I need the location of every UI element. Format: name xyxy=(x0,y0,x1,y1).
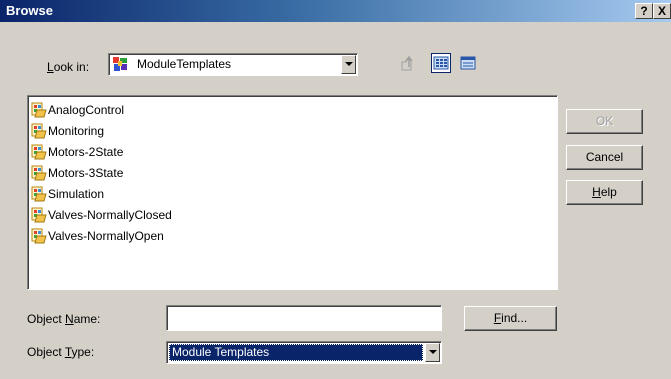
list-item[interactable]: Valves-NormallyOpen xyxy=(31,226,164,246)
folder-template-icon xyxy=(31,123,47,139)
list-item[interactable]: AnalogControl xyxy=(31,100,124,120)
look-in-combo[interactable]: ModuleTemplates xyxy=(108,53,358,76)
list-item[interactable]: Motors-3State xyxy=(31,163,123,183)
list-item-label: AnalogControl xyxy=(48,103,125,117)
object-type-select[interactable]: Module Templates xyxy=(166,341,442,364)
folder-template-icon xyxy=(31,165,47,181)
chevron-down-icon[interactable] xyxy=(341,55,356,74)
list-item[interactable]: Motors-2State xyxy=(31,142,123,162)
details-view-icon[interactable] xyxy=(458,53,478,73)
file-list[interactable]: AnalogControl Monitoring Motors-2State Moto… xyxy=(27,95,558,290)
list-view-icon[interactable] xyxy=(431,53,451,73)
object-type-selection: Module Templates xyxy=(169,344,423,361)
object-type-value: Module Templates xyxy=(172,345,270,359)
list-item[interactable]: Valves-NormallyClosed xyxy=(31,205,172,225)
find-button[interactable]: Find... xyxy=(464,306,557,331)
folder-template-icon xyxy=(31,186,47,202)
window-title: Browse xyxy=(6,3,53,18)
list-item-label: Valves-NormallyClosed xyxy=(48,208,172,222)
help-title-button[interactable]: ? xyxy=(635,3,653,19)
up-folder-icon[interactable] xyxy=(399,54,419,74)
help-button[interactable]: Help xyxy=(566,180,643,205)
title-bar: Browse ? X xyxy=(0,0,671,22)
look-in-label: Look in: xyxy=(47,60,90,74)
object-name-input[interactable] xyxy=(166,305,442,331)
chevron-down-icon[interactable] xyxy=(425,343,440,362)
folder-template-icon xyxy=(31,228,47,244)
close-button[interactable]: X xyxy=(653,3,671,19)
list-item[interactable]: Simulation xyxy=(31,184,104,204)
cancel-button[interactable]: Cancel xyxy=(566,145,643,170)
list-item-label: Motors-3State xyxy=(48,166,124,180)
module-templates-icon xyxy=(112,56,128,72)
object-type-label: Object Type: xyxy=(27,345,95,359)
look-in-value: ModuleTemplates xyxy=(137,57,232,71)
folder-template-icon xyxy=(31,207,47,223)
list-item-label: Valves-NormallyOpen xyxy=(48,229,164,243)
folder-template-icon xyxy=(31,102,47,118)
list-item-label: Motors-2State xyxy=(48,145,124,159)
list-item-label: Simulation xyxy=(48,187,105,201)
folder-template-icon xyxy=(31,144,47,160)
list-item-label: Monitoring xyxy=(48,124,105,138)
list-item[interactable]: Monitoring xyxy=(31,121,104,141)
browse-dialog: Browse ? X Look in: ModuleTemplates Anal… xyxy=(0,0,671,379)
ok-button[interactable]: OK xyxy=(566,109,643,134)
object-name-label: Object Name: xyxy=(27,312,101,326)
